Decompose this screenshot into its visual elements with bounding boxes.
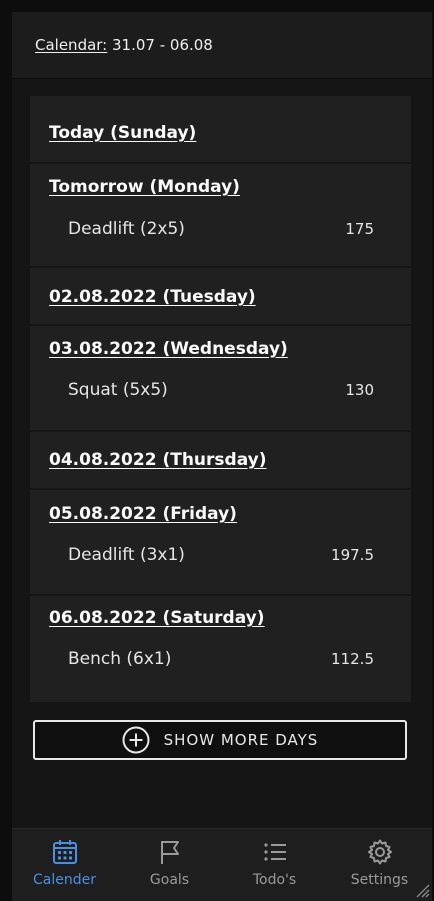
bottom-nav: Calender Goals Todo's Settings [12,828,432,901]
exercise-row[interactable]: Deadlift (3x1) 197.5 [68,545,374,565]
nav-item-todos[interactable]: Todo's [222,829,327,901]
day-section: 02.08.2022 (Tuesday) [30,268,411,326]
nav-item-goals[interactable]: Goals [117,829,222,901]
exercise-row[interactable]: Deadlift (2x5) 175 [68,219,374,239]
day-section: 05.08.2022 (Friday) Deadlift (3x1) 197.5 [30,490,411,596]
exercise-name: Deadlift (3x1) [68,545,185,565]
days-list: Today (Sunday) Tomorrow (Monday) Deadlif… [30,96,411,702]
app-window: Calendar: 31.07 - 06.08 Today (Sunday) T… [12,12,432,901]
calendar-label[interactable]: Calendar: [35,36,107,54]
exercise-weight: 130 [345,381,374,399]
exercise-weight: 112.5 [331,650,374,668]
day-title[interactable]: 05.08.2022 (Friday) [49,504,237,524]
day-title[interactable]: 04.08.2022 (Thursday) [49,450,267,470]
day-section: 03.08.2022 (Wednesday) Squat (5x5) 130 [30,326,411,432]
day-title[interactable]: 06.08.2022 (Saturday) [49,608,265,628]
day-section: Today (Sunday) [30,96,411,164]
calendar-range: 31.07 - 06.08 [107,36,213,54]
show-more-days-button[interactable]: SHOW MORE DAYS [33,720,407,760]
exercise-weight: 175 [345,220,374,238]
nav-label: Goals [149,872,190,888]
exercise-row[interactable]: Squat (5x5) 130 [68,380,374,400]
show-more-days-label: SHOW MORE DAYS [163,731,319,749]
day-title[interactable]: Today (Sunday) [49,123,196,143]
day-section: Tomorrow (Monday) Deadlift (2x5) 175 [30,164,411,268]
exercise-weight: 197.5 [331,546,374,564]
day-section: 06.08.2022 (Saturday) Bench (6x1) 112.5 [30,596,411,702]
exercise-name: Squat (5x5) [68,380,168,400]
day-title[interactable]: Tomorrow (Monday) [49,177,240,197]
flag-icon [160,841,179,864]
calendar-icon [52,840,77,864]
gear-icon [367,839,392,865]
day-title[interactable]: 02.08.2022 (Tuesday) [49,287,256,307]
nav-item-calender[interactable]: Calender [12,829,117,901]
calendar-header: Calendar: 31.07 - 06.08 [12,12,432,79]
day-section: 04.08.2022 (Thursday) [30,432,411,490]
exercise-name: Deadlift (2x5) [68,219,185,239]
exercise-name: Bench (6x1) [68,649,172,669]
resize-grip-icon[interactable] [414,882,430,898]
exercise-row[interactable]: Bench (6x1) 112.5 [68,649,374,669]
day-title[interactable]: 03.08.2022 (Wednesday) [49,339,288,359]
nav-label: Calender [33,872,96,888]
nav-label: Todo's [252,872,297,888]
nav-label: Settings [350,872,409,888]
plus-circle-icon [122,726,150,754]
list-icon [263,843,286,861]
